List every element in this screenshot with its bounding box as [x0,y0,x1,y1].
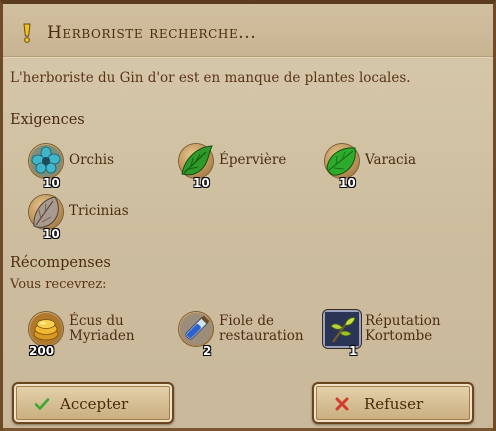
reward-label-line2: Kortombe [365,328,433,344]
rewards-heading: Récompenses [10,255,111,271]
coin-pile-icon [29,312,63,346]
requirement-label: Tricinias [69,203,129,219]
reward-label-line2: Myriaden [69,328,135,344]
varacia-leaf-icon [325,144,359,178]
epervière-leaf-icon [179,144,213,178]
reward-label-line2: restauration [219,328,304,344]
checkmark-icon [34,396,50,412]
quest-description: L'herboriste du Gin d'or est en manque d… [10,70,411,86]
dialog-title: Herboriste recherche... [47,23,257,43]
reward-label-line1: Réputation [365,313,441,329]
requirement-quantity: 10 [193,176,210,190]
reward-item-ecus[interactable]: 200 Écus du Myriaden [29,312,149,357]
refuse-button-label: Refuser [364,395,424,413]
reputation-plant-icon [325,312,359,346]
reward-quantity: 2 [203,344,212,358]
reward-label: Réputation Kortombe [365,314,441,344]
accept-button-label: Accepter [60,395,129,413]
requirement-quantity: 10 [43,227,60,241]
requirement-item-tricinias[interactable]: 10 Tricinias [29,195,149,240]
potion-vial-icon [179,312,213,346]
quest-dialog: Herboriste recherche... L'herboriste du … [0,0,496,431]
requirement-item-epervière[interactable]: 10 Épervière [179,144,299,189]
requirement-item-orchis[interactable]: 10 Orchis [29,144,139,189]
reward-label-line1: Écus du [69,313,124,329]
exclamation-icon [21,23,33,43]
requirement-quantity: 10 [339,176,356,190]
reward-label: Fiole de restauration [219,314,304,344]
requirement-label: Épervière [219,152,287,168]
requirement-label: Orchis [69,152,115,168]
reward-label: Écus du Myriaden [69,314,135,344]
requirement-label: Varacia [365,152,416,168]
title-bar: Herboriste recherche... [3,4,493,57]
orchis-flower-icon [29,144,63,178]
reward-item-fiole[interactable]: 2 Fiole de restauration [179,312,319,357]
refuse-button[interactable]: Refuser [312,382,474,424]
cross-icon [334,396,350,412]
accept-button[interactable]: Accepter [12,382,174,424]
requirement-item-varacia[interactable]: 10 Varacia [325,144,435,189]
reward-label-line1: Fiole de [219,313,275,329]
reward-quantity: 1 [349,344,358,358]
reward-item-reputation[interactable]: 1 Réputation Kortombe [325,312,465,357]
requirements-heading: Exigences [10,112,85,128]
tricinias-leaf-icon [29,195,63,229]
rewards-subheading: Vous recevrez: [10,277,107,292]
requirement-quantity: 10 [43,176,60,190]
reward-quantity: 200 [29,344,55,358]
